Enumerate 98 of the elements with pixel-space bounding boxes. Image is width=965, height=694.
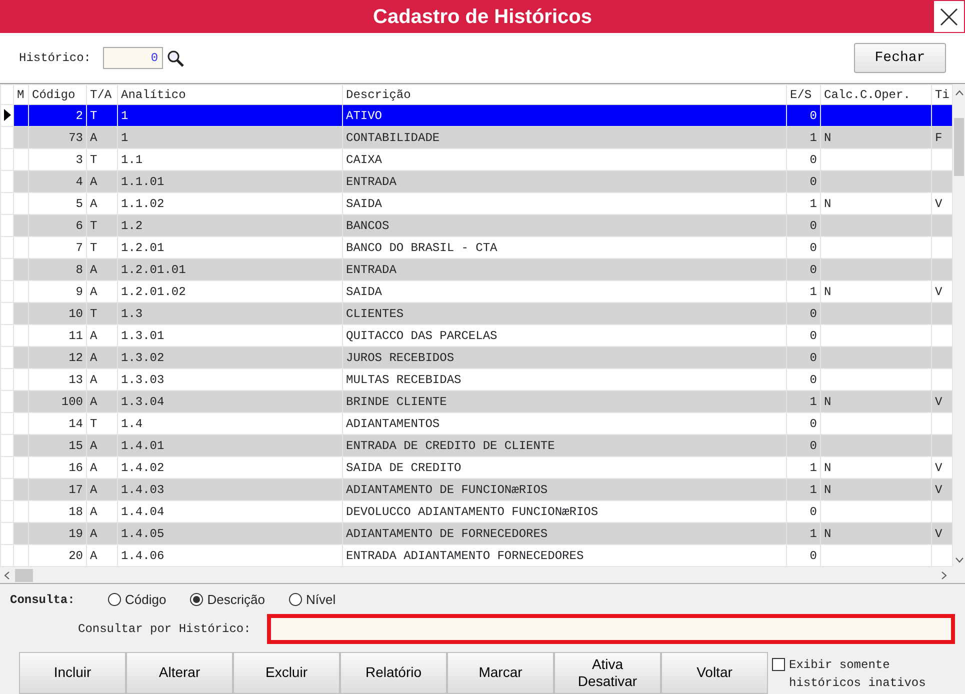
table-cell: T — [86, 302, 118, 324]
table-cell: ENTRADA — [342, 258, 786, 280]
table-cell: 1 — [118, 104, 342, 126]
table-cell: 0 — [786, 104, 820, 126]
table-cell: 0 — [786, 258, 820, 280]
table-cell: N — [820, 390, 932, 412]
action-button[interactable]: Voltar — [661, 652, 768, 694]
table-cell: A — [86, 258, 118, 280]
scroll-left-icon[interactable] — [4, 571, 10, 580]
table-cell: 1.3.04 — [118, 390, 342, 412]
table-cell: JUROS RECEBIDOS — [342, 346, 786, 368]
table-cell: ADIANTAMENTO DE FUNCIONæRIOS — [342, 478, 786, 500]
table-cell: A — [86, 170, 118, 192]
search-field[interactable] — [266, 614, 955, 644]
table-cell: A — [86, 434, 118, 456]
action-button[interactable]: Alterar — [126, 652, 233, 694]
table-cell: 15 — [28, 434, 86, 456]
action-button[interactable]: Ativa Desativar — [554, 652, 661, 694]
table-cell: N — [820, 522, 932, 544]
table-cell: N — [820, 478, 932, 500]
scroll-down-icon[interactable] — [955, 557, 964, 563]
column-header[interactable]: M — [14, 84, 28, 104]
filter-checkbox[interactable]: Exibir somente históricos inativos — [772, 656, 952, 692]
table-cell: A — [86, 346, 118, 368]
table-cell: BRINDE CLIENTE — [342, 390, 786, 412]
scroll-thumb[interactable] — [954, 118, 964, 176]
table-cell: 1 — [786, 478, 820, 500]
table-cell: 100 — [28, 390, 86, 412]
table-cell: 0 — [786, 434, 820, 456]
table-cell: ATIVO — [342, 104, 786, 126]
field-label: Consultar por Histórico: — [77, 620, 252, 638]
field-label: Histórico: — [19, 50, 92, 67]
close-button[interactable]: Fechar — [854, 43, 946, 73]
historico-field[interactable]: 0 — [103, 47, 164, 69]
radio-option[interactable]: Nível — [289, 590, 336, 610]
table-cell: A — [86, 522, 118, 544]
action-button[interactable]: Marcar — [447, 652, 554, 694]
column-header[interactable]: Código — [28, 84, 86, 104]
table-cell: 1 — [786, 126, 820, 148]
scroll-right-icon[interactable] — [941, 571, 947, 580]
radio-option[interactable]: Código — [108, 590, 166, 610]
table-cell: 2 — [28, 104, 86, 126]
close-button[interactable] — [933, 0, 965, 33]
table-cell: BANCOS — [342, 214, 786, 236]
table-cell: 1.4.03 — [118, 478, 342, 500]
table-cell: V — [932, 478, 952, 500]
scroll-up-icon[interactable] — [955, 90, 964, 96]
radio-option[interactable]: Descrição — [190, 590, 265, 610]
consulta-label: Consulta: — [10, 592, 76, 609]
table-cell: V — [932, 390, 952, 412]
table-cell: 6 — [28, 214, 86, 236]
scroll-thumb[interactable] — [15, 569, 33, 582]
action-button[interactable]: Incluir — [19, 652, 126, 694]
column-header[interactable]: E/S — [786, 84, 820, 104]
table-cell: 0 — [786, 302, 820, 324]
table-cell: T — [86, 214, 118, 236]
table-cell: 10 — [28, 302, 86, 324]
table-cell: 1 — [118, 126, 342, 148]
table-cell: A — [86, 478, 118, 500]
table-cell: CONTABILIDADE — [342, 126, 786, 148]
column-header[interactable]: Ti — [932, 84, 952, 104]
column-header[interactable]: Analítico — [118, 84, 342, 104]
table-cell: CLIENTES — [342, 302, 786, 324]
table-cell: 1.2 — [118, 214, 342, 236]
window-title: Cadastro de Históricos — [373, 4, 592, 30]
column-header[interactable]: Descrição — [342, 84, 786, 104]
table-cell: N — [820, 126, 932, 148]
table-cell: 1.1.01 — [118, 170, 342, 192]
table-cell: 17 — [28, 478, 86, 500]
table-cell: 1.4.01 — [118, 434, 342, 456]
table-cell: A — [86, 126, 118, 148]
table-cell: ENTRADA DE CREDITO DE CLIENTE — [342, 434, 786, 456]
table-cell: T — [86, 104, 118, 126]
table-cell: 1 — [786, 390, 820, 412]
table-cell: 19 — [28, 522, 86, 544]
table-cell: 4 — [28, 170, 86, 192]
table-cell: 8 — [28, 258, 86, 280]
table-cell: 1 — [786, 522, 820, 544]
table-cell: ENTRADA — [342, 170, 786, 192]
search-icon[interactable] — [167, 50, 184, 66]
table-cell: 12 — [28, 346, 86, 368]
table-cell: V — [932, 522, 952, 544]
column-header[interactable]: T/A — [86, 84, 118, 104]
table-cell: A — [86, 390, 118, 412]
table-cell: 1.3.02 — [118, 346, 342, 368]
table-cell: F — [932, 126, 952, 148]
table-cell: 1.4.05 — [118, 522, 342, 544]
close-icon — [940, 8, 958, 26]
table-cell: 1.2.01.01 — [118, 258, 342, 280]
table-cell: 73 — [28, 126, 86, 148]
table-cell: 0 — [786, 214, 820, 236]
table-cell: 0 — [786, 170, 820, 192]
action-button[interactable]: Excluir — [233, 652, 340, 694]
table-cell: 1.3 — [118, 302, 342, 324]
table-cell: 0 — [786, 346, 820, 368]
action-button[interactable]: Relatório — [340, 652, 447, 694]
table-cell: ADIANTAMENTO DE FORNECEDORES — [342, 522, 786, 544]
column-header[interactable]: Calc.C.Oper. — [820, 84, 932, 104]
